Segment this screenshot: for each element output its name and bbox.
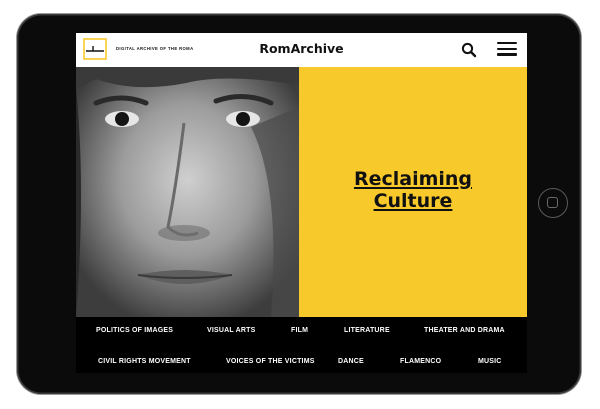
hero-title-line1: Reclaiming [353,168,473,190]
hero-title-line2: Culture [373,190,453,212]
menu-bar [497,53,517,56]
home-button-icon [547,197,558,208]
tablet-home-button[interactable] [538,188,568,218]
nav-item-civil-rights-movement[interactable]: CIVIL RIGHTS MOVEMENT [98,358,191,365]
menu-bar [497,47,517,50]
menu-bar [497,42,517,45]
nav-item-voices-of-the-victims[interactable]: VOICES OF THE VICTIMS [226,358,315,365]
site-header: DIGITAL ARCHIVE OF THE ROMA RomArchive [76,33,527,67]
hamburger-menu-icon[interactable] [497,42,517,58]
nav-item-flamenco[interactable]: FLAMENCO [400,358,441,365]
portrait-illustration [76,67,299,317]
hero-title-link[interactable]: Reclaiming Culture [299,168,527,212]
nav-item-visual-arts[interactable]: VISUAL ARTS [207,327,255,334]
nav-item-literature[interactable]: LITERATURE [344,327,390,334]
hero-feature-panel: Reclaiming Culture [299,67,527,317]
nav-item-politics-of-images[interactable]: POLITICS OF IMAGES [96,327,173,334]
category-navigation: POLITICS OF IMAGES VISUAL ARTS FILM LITE… [76,317,527,373]
nav-item-theater-and-drama[interactable]: THEATER AND DRAMA [424,327,505,334]
nav-item-dance[interactable]: DANCE [338,358,364,365]
tablet-screen: DIGITAL ARCHIVE OF THE ROMA RomArchive R… [76,33,527,373]
logo-tagline: DIGITAL ARCHIVE OF THE ROMA [116,46,194,51]
hero-portrait-image [76,67,299,317]
search-icon[interactable] [460,41,478,59]
romarchive-logo-icon[interactable] [83,38,107,60]
nav-item-music[interactable]: MUSIC [478,358,502,365]
site-title[interactable]: RomArchive [259,41,343,56]
nav-item-film[interactable]: FILM [291,327,308,334]
